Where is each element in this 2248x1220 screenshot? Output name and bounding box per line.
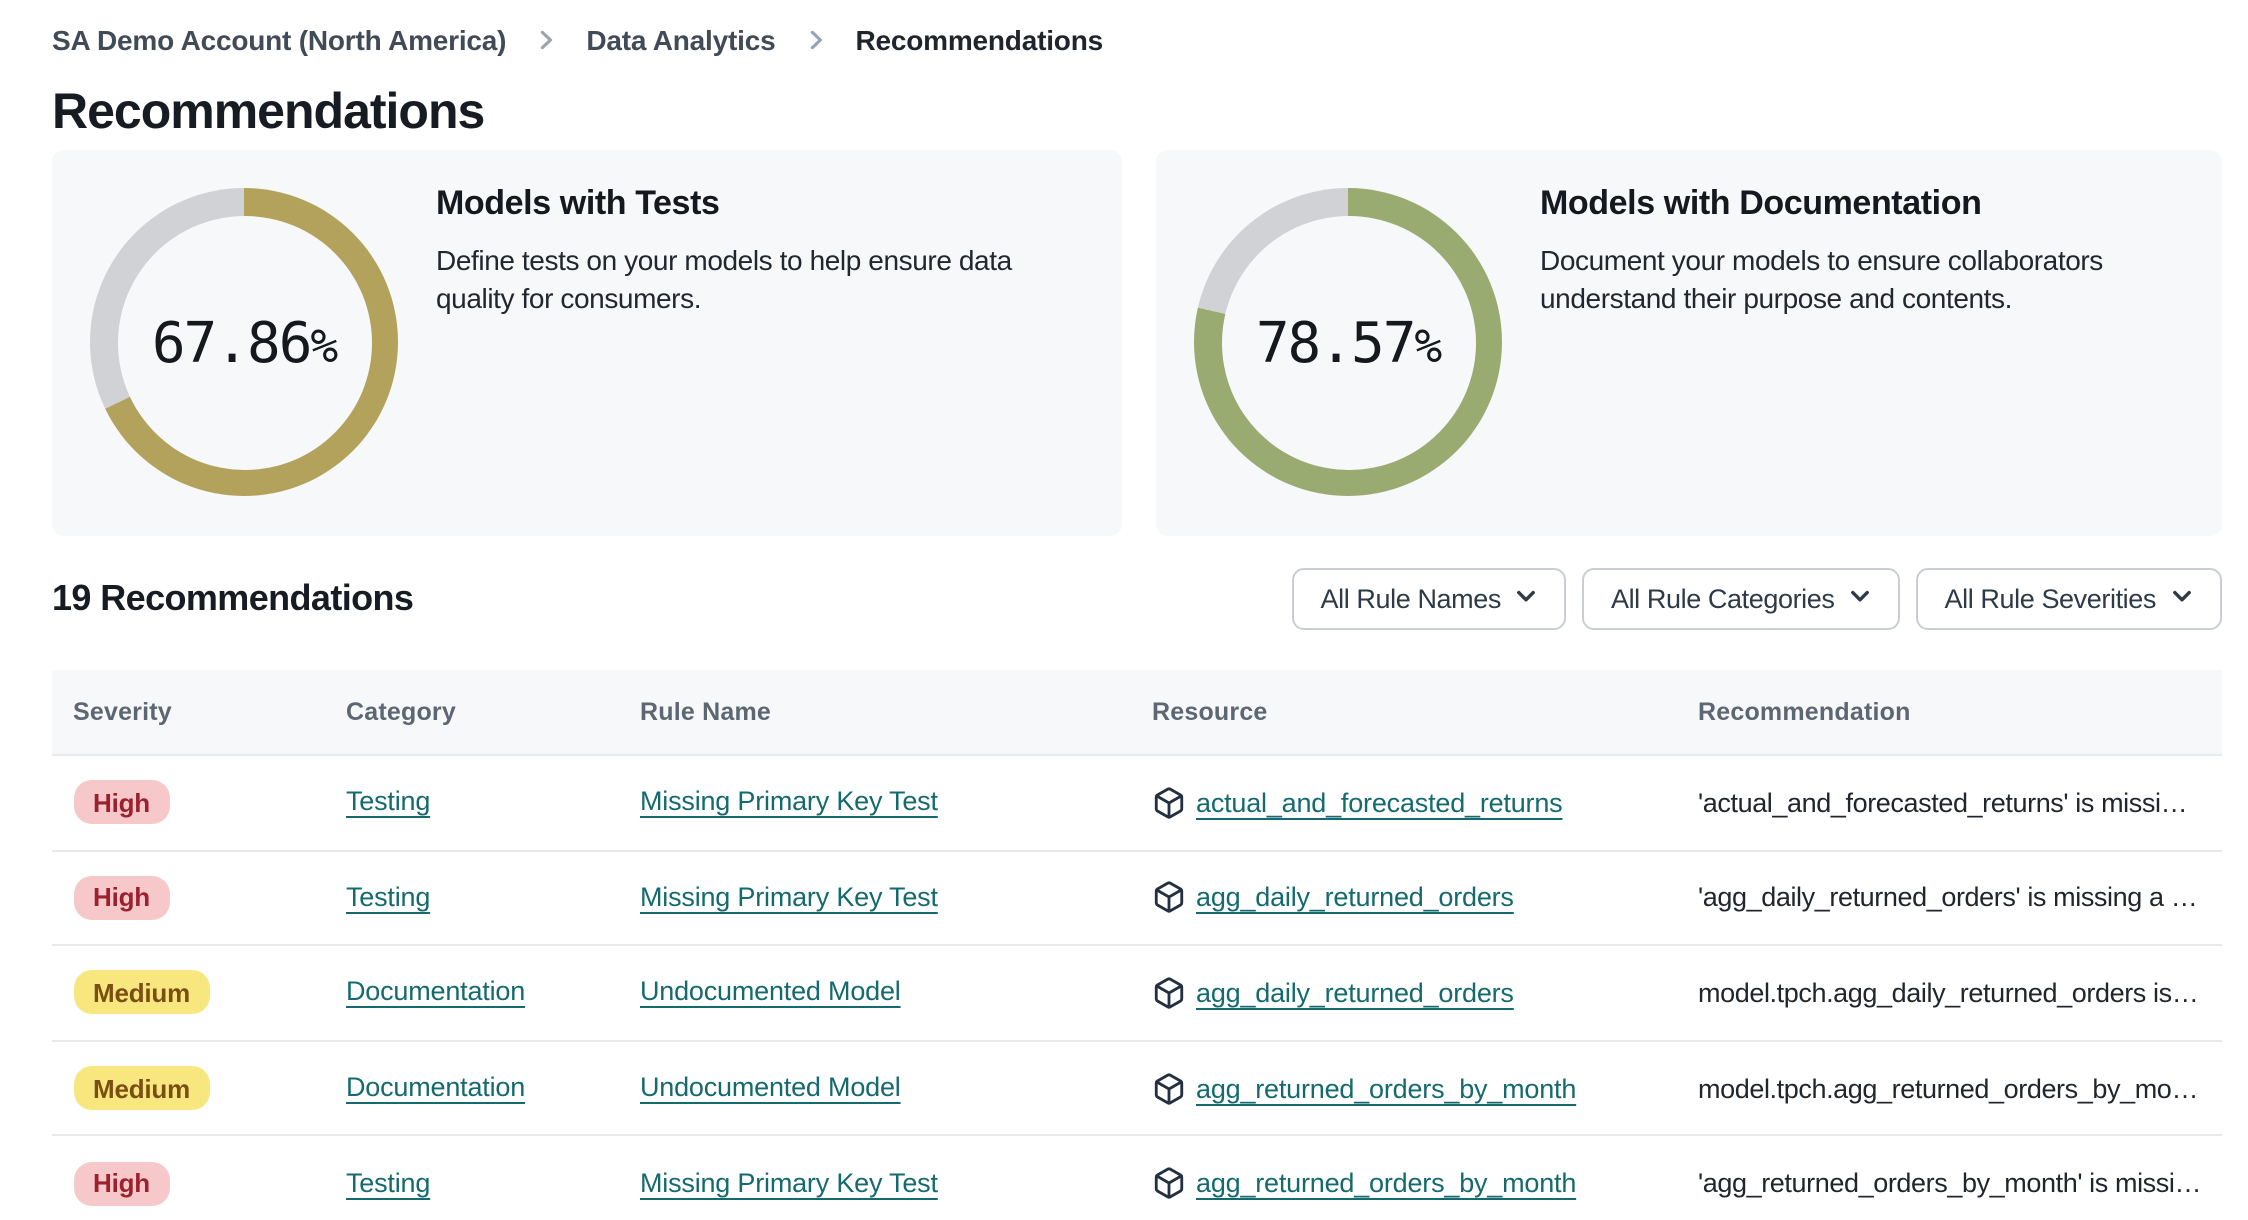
card-description: Document your models to ensure collabora… [1540, 244, 2103, 314]
category-link[interactable]: Documentation [346, 977, 525, 1007]
column-header-rule-name: Rule Name [640, 698, 772, 726]
breadcrumb-item-current: Recommendations [855, 24, 1103, 56]
recommendation-text: 'agg_daily_returned_orders' is missing a… [1698, 882, 2202, 913]
resource-link[interactable]: agg_daily_returned_orders [1196, 978, 1514, 1008]
chevron-right-icon [534, 28, 558, 52]
models-with-documentation-card: 78.57% Models with Documentation Documen… [1156, 150, 2222, 536]
column-header-resource: Resource [1152, 698, 1268, 726]
summary-cards: 67.86% Models with Tests Define tests on… [52, 150, 2222, 536]
breadcrumb: SA Demo Account (North America) Data Ana… [52, 24, 2222, 56]
documentation-donut-chart: 78.57% [1156, 150, 1540, 536]
table-header-row: Severity Category Rule Name Resource Rec… [52, 670, 2222, 756]
card-title: Models with Documentation [1540, 184, 1982, 222]
breadcrumb-item-account[interactable]: SA Demo Account (North America) [52, 24, 507, 56]
recommendation-text: model.tpch.agg_daily_returned_orders is … [1698, 977, 2202, 1008]
resource-link[interactable]: agg_returned_orders_by_month [1196, 1073, 1576, 1103]
table-row: Medium Documentation Undocumented Model … [52, 946, 2222, 1042]
rule-names-filter-dropdown[interactable]: All Rule Names [1292, 568, 1567, 630]
rule-name-link[interactable]: Missing Primary Key Test [640, 882, 938, 912]
recommendations-page: SA Demo Account (North America) Data Ana… [0, 0, 2248, 1220]
rule-severities-filter-dropdown[interactable]: All Rule Severities [1916, 568, 2222, 630]
filter-label: All Rule Categories [1610, 584, 1835, 614]
chevron-down-icon [1849, 584, 1873, 614]
models-with-tests-card: 67.86% Models with Tests Define tests on… [52, 150, 1122, 536]
cube-icon [1152, 786, 1186, 820]
page-title: Recommendations [52, 84, 485, 140]
chevron-right-icon [803, 28, 827, 52]
column-header-category: Category [346, 698, 456, 726]
cube-icon [1152, 1071, 1186, 1105]
cube-icon [1152, 1166, 1186, 1200]
tests-donut-chart: 67.86% [52, 150, 436, 536]
filter-label: All Rule Names [1320, 584, 1502, 614]
category-link[interactable]: Testing [346, 1167, 430, 1197]
recommendations-count-heading: 19 Recommendations [52, 578, 414, 618]
severity-badge: High [73, 875, 170, 920]
column-header-severity: Severity [73, 698, 172, 726]
filter-label: All Rule Severities [1944, 584, 2157, 614]
donut-hole: 78.57% [1221, 215, 1475, 469]
donut-hole: 67.86% [117, 215, 371, 469]
breadcrumb-item-project[interactable]: Data Analytics [586, 24, 775, 56]
table-body: High Testing Missing Primary Key Test ac… [52, 756, 2222, 1220]
card-description: Define tests on your models to help ensu… [436, 244, 1012, 314]
donut-ring: 67.86% [90, 188, 398, 496]
recommendations-table: Severity Category Rule Name Resource Rec… [52, 670, 2222, 1220]
recommendation-text: 'agg_returned_orders_by_month' is missin… [1698, 1168, 2202, 1199]
list-toolbar: 19 Recommendations All Rule Names All Ru… [52, 568, 2222, 630]
column-header-recommendation: Recommendation [1698, 698, 1911, 726]
recommendation-text: model.tpch.agg_returned_orders_by_month … [1698, 1073, 2202, 1104]
chevron-down-icon [2170, 584, 2194, 614]
chevron-down-icon [1515, 584, 1539, 614]
severity-badge: Medium [73, 970, 211, 1015]
severity-badge: High [73, 1161, 170, 1206]
resource-link[interactable]: agg_daily_returned_orders [1196, 883, 1514, 913]
rule-name-link[interactable]: Missing Primary Key Test [640, 1167, 938, 1197]
severity-badge: Medium [73, 1066, 211, 1111]
card-title: Models with Tests [436, 184, 720, 222]
category-link[interactable]: Documentation [346, 1072, 525, 1102]
rule-name-link[interactable]: Undocumented Model [640, 977, 901, 1007]
resource-link[interactable]: agg_returned_orders_by_month [1196, 1168, 1576, 1198]
table-row: High Testing Missing Primary Key Test ag… [52, 1136, 2222, 1220]
donut-ring: 78.57% [1194, 188, 1502, 496]
severity-badge: High [73, 780, 170, 825]
category-link[interactable]: Testing [346, 787, 430, 817]
category-link[interactable]: Testing [346, 882, 430, 912]
rule-categories-filter-dropdown[interactable]: All Rule Categories [1582, 568, 1901, 630]
rule-name-link[interactable]: Undocumented Model [640, 1072, 901, 1102]
rule-name-link[interactable]: Missing Primary Key Test [640, 787, 938, 817]
cube-icon [1152, 976, 1186, 1010]
cube-icon [1152, 881, 1186, 915]
table-row: High Testing Missing Primary Key Test ac… [52, 756, 2222, 852]
resource-link[interactable]: actual_and_forecasted_returns [1196, 788, 1563, 818]
filter-bar: All Rule Names All Rule Categories All R… [1292, 568, 2222, 630]
tests-percent-value: 67.86% [151, 309, 338, 375]
recommendation-text: 'actual_and_forecasted_returns' is missi… [1698, 787, 2202, 818]
table-row: Medium Documentation Undocumented Model … [52, 1041, 2222, 1137]
table-row: High Testing Missing Primary Key Test ag… [52, 851, 2222, 947]
documentation-percent-value: 78.57% [1255, 309, 1442, 375]
